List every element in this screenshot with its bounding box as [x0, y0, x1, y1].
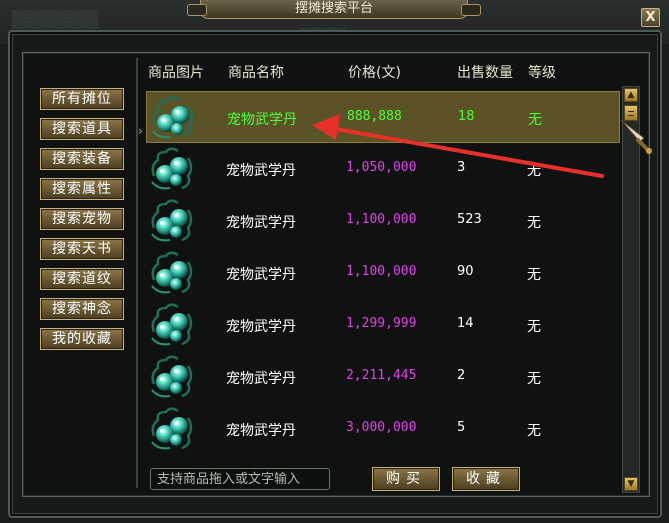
buy-button[interactable]: 购买 [372, 467, 440, 491]
item-name: 宠物武学丹 [226, 267, 296, 283]
sidebar-item-search-attributes[interactable]: 搜索属性 [40, 178, 124, 200]
sidebar: 所有摊位 搜索道具 搜索装备 搜索属性 搜索宠物 搜索天书 搜索道纹 搜索神念 … [30, 58, 138, 488]
item-name: 宠物武学丹 [226, 163, 296, 179]
item-name: 宠物武学丹 [226, 371, 296, 387]
sidebar-item-search-items[interactable]: 搜索道具 [40, 118, 124, 140]
search-input[interactable] [150, 468, 330, 490]
item-level: 无 [527, 163, 541, 179]
pet-pill-icon [149, 95, 197, 141]
table-row[interactable]: 宠物武学丹 888,888 18 无 [146, 91, 620, 143]
item-name: 宠物武学丹 [226, 423, 296, 439]
item-level: 无 [527, 371, 541, 387]
table-row[interactable]: 宠物武学丹 1,100,000 90 无 [146, 247, 620, 299]
item-level: 无 [527, 267, 541, 283]
sidebar-item-search-daowen[interactable]: 搜索道纹 [40, 268, 124, 290]
table-header: 商品图片 商品名称 价格(文) 出售数量 等级 [144, 62, 620, 82]
sidebar-item-search-shennian[interactable]: 搜索神念 [40, 298, 124, 320]
item-quantity: 18 [458, 109, 475, 124]
item-name: 宠物武学丹 [227, 112, 297, 128]
item-quantity: 3 [457, 160, 466, 175]
item-level: 无 [527, 319, 541, 335]
pet-pill-icon [148, 250, 196, 296]
pet-pill-icon [148, 302, 196, 348]
pet-pill-icon [148, 146, 196, 192]
item-name: 宠物武学丹 [226, 319, 296, 335]
column-header-price: 价格(文) [348, 65, 401, 81]
sidebar-item-search-equipment[interactable]: 搜索装备 [40, 148, 124, 170]
item-quantity: 14 [457, 316, 474, 331]
item-price: 1,050,000 [346, 160, 417, 175]
table-row[interactable]: 宠物武学丹 3,000,000 5 无 [146, 403, 620, 455]
table-row[interactable]: 宠物武学丹 1,100,000 523 无 [146, 195, 620, 247]
column-header-image: 商品图片 [148, 65, 204, 81]
table-row[interactable]: 宠物武学丹 2,211,445 2 无 [146, 351, 620, 403]
item-price: 888,888 [347, 109, 402, 124]
column-header-name: 商品名称 [228, 65, 284, 81]
item-quantity: 2 [457, 368, 466, 383]
favorite-button[interactable]: 收藏 [452, 467, 520, 491]
window-title: 摆摊搜索平台 [187, 0, 481, 19]
scroll-down-icon[interactable]: ▼ [624, 477, 638, 491]
scroll-up-icon[interactable]: ▲ [624, 88, 638, 102]
table-row[interactable]: 宠物武学丹 1,050,000 3 无 [146, 143, 620, 195]
item-quantity: 90 [457, 264, 474, 279]
item-price: 1,299,999 [346, 316, 417, 331]
sidebar-item-all-stalls[interactable]: 所有摊位 [40, 88, 124, 110]
selected-row-indicator-icon: › [138, 124, 143, 138]
item-price: 2,211,445 [346, 368, 417, 383]
item-price: 1,100,000 [346, 264, 417, 279]
pet-pill-icon [148, 406, 196, 452]
item-level: 无 [528, 112, 542, 128]
table-row[interactable]: 宠物武学丹 1,299,999 14 无 [146, 299, 620, 351]
item-quantity: 5 [457, 420, 466, 435]
column-header-quantity: 出售数量 [457, 65, 513, 81]
item-level: 无 [527, 215, 541, 231]
item-quantity: 523 [457, 212, 482, 227]
column-header-level: 等级 [528, 65, 556, 81]
sidebar-item-my-favorites[interactable]: 我的收藏 [40, 328, 124, 350]
sidebar-item-search-pets[interactable]: 搜索宠物 [40, 208, 124, 230]
item-level: 无 [527, 423, 541, 439]
sidebar-item-search-tianshu[interactable]: 搜索天书 [40, 238, 124, 260]
pet-pill-icon [148, 354, 196, 400]
item-price: 3,000,000 [346, 420, 417, 435]
pet-pill-icon [148, 198, 196, 244]
close-button[interactable]: X [641, 8, 660, 27]
background-ghost-text: ▒▒▒▒▒▒▒ [12, 10, 99, 29]
item-price: 1,100,000 [346, 212, 417, 227]
sword-cursor-icon [620, 119, 652, 154]
item-name: 宠物武学丹 [226, 215, 296, 231]
